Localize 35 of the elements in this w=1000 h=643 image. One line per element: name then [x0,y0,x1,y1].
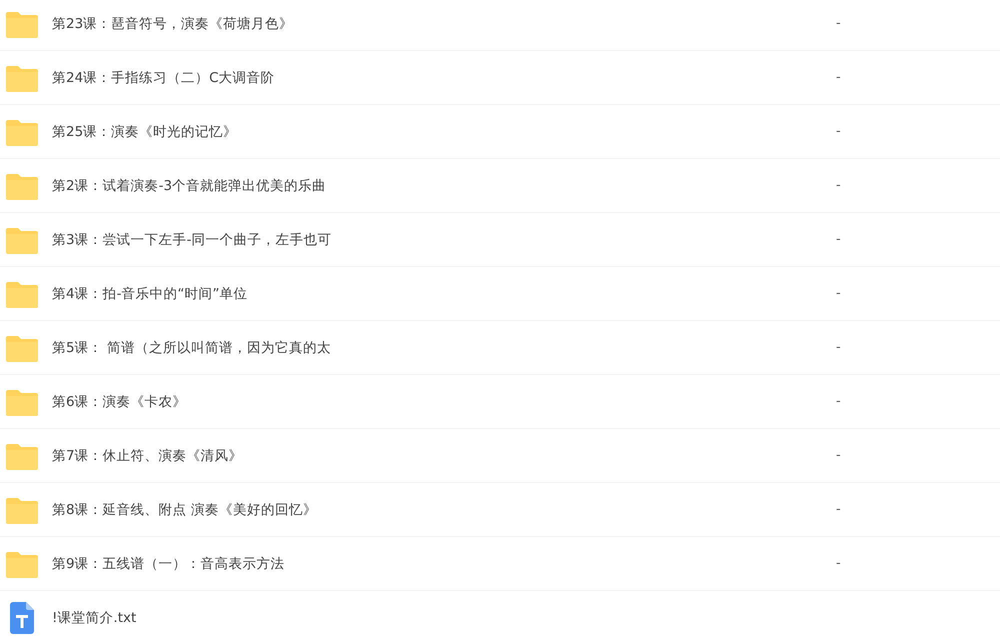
text-file-icon [10,602,34,634]
file-size: - [836,16,842,31]
file-size: - [836,124,842,139]
folder-icon [6,64,38,92]
folder-icon [6,280,38,308]
folder-icon [6,172,38,200]
file-name[interactable]: 第23课：琶音符号，演奏《荷塘月色》 [52,14,836,32]
file-name[interactable]: 第25课：演奏《时光的记忆》 [52,122,836,140]
folder-icon [6,442,38,470]
folder-icon [6,388,38,416]
folder-icon [6,334,38,362]
file-name[interactable]: 第4课：拍-音乐中的“时间”单位 [52,284,836,302]
file-name[interactable]: 第3课：尝试一下左手-同一个曲子，左手也可 [52,230,836,248]
file-size: - [836,232,842,247]
file-name[interactable]: 第2课：试着演奏-3个音就能弹出优美的乐曲 [52,176,836,194]
folder-icon [6,550,38,578]
file-size: - [836,448,842,463]
file-name[interactable]: 第24课：手指练习（二）C大调音阶 [52,68,836,86]
file-size: - [836,178,842,193]
file-size: - [836,502,842,517]
file-name[interactable]: 第7课：休止符、演奏《清风》 [52,446,836,464]
file-size: - [836,556,842,571]
folder-icon [6,10,38,38]
folder-icon [6,226,38,254]
folder-icon [6,496,38,524]
file-name[interactable]: 第6课：演奏《卡农》 [52,392,836,410]
file-name[interactable]: !课堂简介.txt [52,608,836,626]
file-name[interactable]: 第9课：五线谱（一）：音高表示方法 [52,554,836,572]
file-name[interactable]: 第5课： 简谱（之所以叫简谱，因为它真的太 [52,338,836,356]
file-size: - [836,340,842,355]
folder-icon [6,118,38,146]
file-size: - [836,286,842,301]
file-size: - [836,70,842,85]
file-name[interactable]: 第8课：延音线、附点 演奏《美好的回忆》 [52,500,836,518]
file-size: - [836,394,842,409]
